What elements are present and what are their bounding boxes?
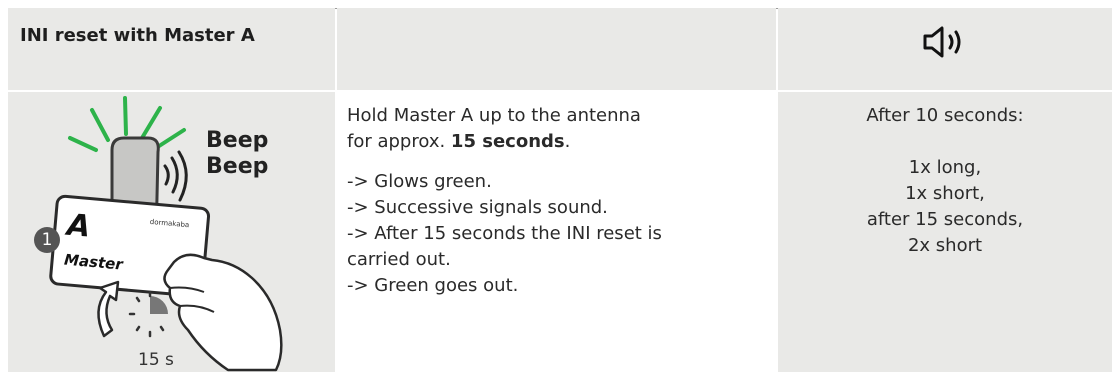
- signal-line: after 15 seconds,: [866, 209, 1024, 230]
- ini-reset-table: INI reset with Master A A Master dormaka…: [8, 8, 1112, 372]
- timer-icon: [128, 290, 168, 338]
- step-line: -> Successive signals sound.: [347, 197, 608, 218]
- signal-line: 1x long,: [908, 157, 982, 178]
- instruction-line-2: for approx. 15 seconds.: [347, 129, 767, 155]
- table-title: INI reset with Master A: [20, 25, 255, 46]
- step-number-badge: 1: [34, 227, 60, 253]
- illustration-cell: A Master dormakaba Beep Beep 1 15 s: [8, 92, 335, 372]
- instruction-line-1: Hold Master A up to the antenna: [347, 105, 641, 126]
- signal-intro: After 10 seconds:: [866, 105, 1024, 126]
- beep-label-1: Beep: [206, 128, 269, 153]
- speaker-sound-icon: [923, 26, 961, 58]
- instructions-text: Hold Master A up to the antenna for appr…: [347, 103, 767, 299]
- step-line: -> Glows green.: [347, 171, 492, 192]
- sound-waves-icon: [163, 150, 188, 202]
- curved-arrow-icon: [97, 280, 120, 338]
- header-cell-signal: [778, 8, 1112, 90]
- duration-label: 15 s: [138, 350, 174, 370]
- hand-outline: [163, 253, 283, 372]
- header-cell-title: INI reset with Master A: [8, 8, 335, 90]
- step-line: -> Green goes out.: [347, 275, 519, 296]
- instruction-line-2-text: for approx.: [347, 131, 451, 152]
- instruction-duration-bold: 15 seconds: [450, 131, 565, 152]
- instruction-line-2-end: .: [564, 131, 571, 152]
- signals-cell: After 10 seconds: 1x long, 1x short, aft…: [778, 92, 1112, 372]
- signal-line: 1x short,: [905, 183, 985, 204]
- card-letter: A: [64, 208, 92, 245]
- signals-text: After 10 seconds: 1x long, 1x short, aft…: [778, 103, 1112, 259]
- beep-label-2: Beep: [206, 154, 269, 179]
- header-cell-empty: [337, 8, 776, 90]
- step-line: carried out.: [347, 249, 451, 270]
- signal-line: 2x short: [907, 235, 983, 256]
- instructions-cell: Hold Master A up to the antenna for appr…: [337, 92, 776, 372]
- step-line: -> After 15 seconds the INI reset is: [347, 223, 662, 244]
